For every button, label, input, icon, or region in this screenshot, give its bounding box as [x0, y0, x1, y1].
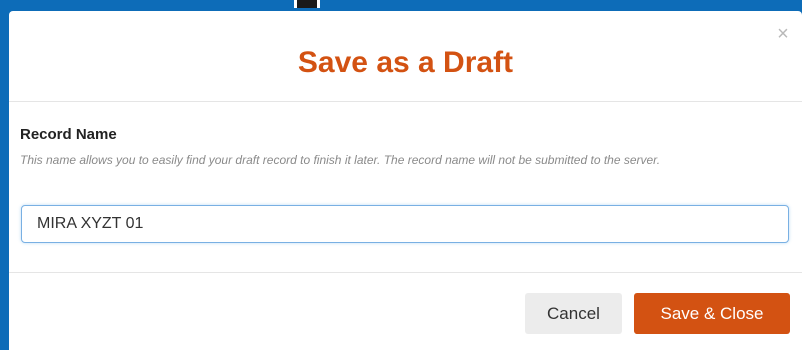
- record-name-input[interactable]: [21, 205, 789, 243]
- background-icon-fragment: [294, 0, 320, 8]
- close-icon[interactable]: ×: [774, 24, 792, 44]
- page-background: { "background": { "color": "#0d6cb8" }, …: [0, 0, 802, 350]
- cancel-button[interactable]: Cancel: [525, 293, 622, 334]
- dialog-title: Save as a Draft: [297, 46, 514, 79]
- record-name-help-text: This name allows you to easily find your…: [20, 153, 661, 167]
- save-draft-dialog: Save as a Draft × Record Name This name …: [9, 11, 802, 350]
- save-and-close-button[interactable]: Save & Close: [634, 293, 790, 334]
- record-name-label: Record Name: [20, 126, 117, 143]
- dialog-footer: Cancel Save & Close: [9, 273, 802, 350]
- dialog-body: Record Name This name allows you to easi…: [9, 102, 802, 273]
- dialog-header: Save as a Draft ×: [9, 11, 802, 102]
